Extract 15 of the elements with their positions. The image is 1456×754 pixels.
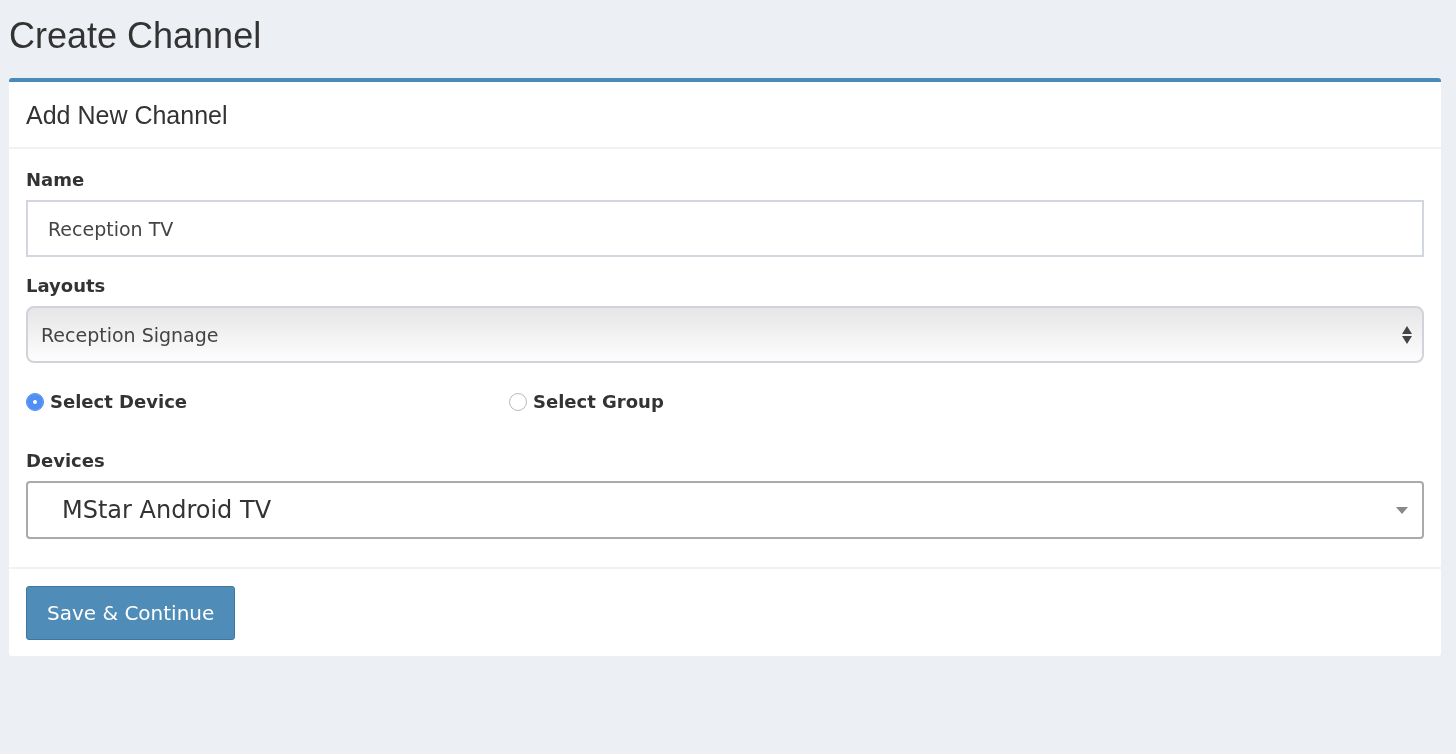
card-title: Add New Channel [9, 82, 1441, 149]
radio-button[interactable] [26, 392, 44, 411]
radio-button[interactable] [509, 392, 527, 411]
page-title: Create Channel [9, 14, 263, 58]
up-down-arrows-icon [1402, 324, 1412, 345]
save-continue-button[interactable]: Save & Continue [26, 586, 236, 640]
device-select[interactable]: MStar Android TV [26, 481, 1424, 539]
layout-select[interactable]: Reception Signage [26, 306, 1424, 363]
name-input[interactable]: Reception TV [26, 200, 1424, 257]
radio-label[interactable]: Select Device [50, 391, 188, 412]
radio-label[interactable]: Select Group [533, 391, 664, 412]
caret-icon [1396, 506, 1408, 514]
field-label: Layouts [26, 275, 107, 296]
field-label: Name [26, 169, 86, 190]
field-label: Devices [26, 450, 106, 471]
